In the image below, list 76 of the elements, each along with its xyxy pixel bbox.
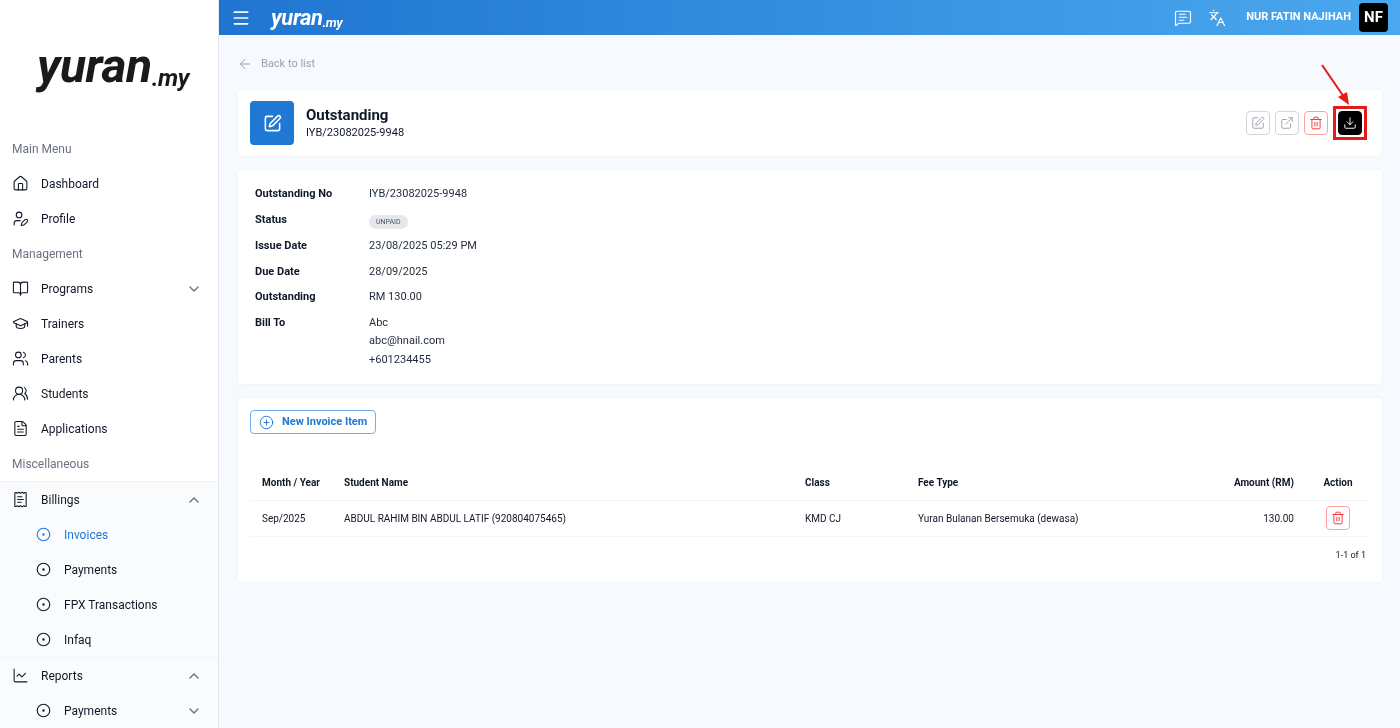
book-icon [12,280,29,297]
receipt-icon [12,491,29,508]
translate-icon[interactable] [1208,8,1227,27]
detail-value: 28/09/2025 [369,263,428,280]
submenu-item[interactable]: Infaq [0,622,218,657]
submenu-item[interactable]: Invoices [0,517,218,552]
invoice-number: IYB/23082025-9948 [306,124,405,141]
page-title: Outstanding [306,104,390,125]
radio-dot-icon [36,527,51,542]
detail-value: IYB/23082025-9948 [369,186,468,202]
detail-value: 23/08/2025 05:29 PM [369,238,477,254]
graduation-cap-icon [12,315,29,332]
table-cell: Sep/2025 [250,500,332,536]
menu-section-title: Main Menu [11,140,73,158]
edit-icon [1251,116,1265,130]
logo-suffix: .my [151,65,190,90]
menu-item[interactable]: Students [0,376,218,411]
radio-dot-icon [36,562,51,577]
column-header: Action [1306,466,1370,500]
users-icon [12,385,29,402]
menu-item[interactable]: Billings [0,482,218,517]
menu-item[interactable]: Applications [0,411,218,446]
column-header: Student Name [331,466,793,500]
logo-suffix: .my [322,15,343,29]
table-cell: KMD CJ [792,500,906,536]
open-external-button[interactable] [1275,111,1299,135]
column-header: Class [792,466,906,500]
pagination-info: 1-1 of 1 [1335,548,1367,562]
radio-dot-icon [36,597,51,612]
radio-dot-icon [36,703,51,718]
detail-label: Bill To [255,314,287,331]
detail-label: Outstanding No [255,186,334,202]
menu-section-title: Miscellaneous [11,455,91,473]
delete-button[interactable] [1304,111,1328,135]
column-header: Month / Year [250,466,332,500]
submenu-item[interactable]: Payments [0,552,218,587]
user-pen-icon [12,210,29,227]
edit-icon [262,113,282,133]
detail-label: Issue Date [255,238,309,254]
trash-icon [1331,511,1345,525]
menu-section-title: Management [11,245,84,263]
menu-item[interactable]: Profile [0,201,218,236]
submenu-item[interactable]: FPX Transactions [0,587,218,622]
logo-wordmark: yuran [271,6,323,29]
menu-item[interactable]: Dashboard [0,166,218,201]
column-header: Fee Type [905,466,1181,500]
column-header: Amount (RM) [1180,466,1306,500]
detail-label: Outstanding [255,289,317,305]
house-icon [12,175,29,192]
menu-item[interactable]: Programs [0,271,218,306]
trash-icon [1309,116,1323,130]
detail-value: RM 130.00 [369,289,422,305]
download-icon [1343,116,1357,130]
delete-row-button[interactable] [1326,506,1350,530]
menu-item[interactable]: Trainers [0,306,218,341]
detail-value: Abc [369,314,390,331]
menu-item[interactable]: Parents [0,341,218,376]
table-cell: 130.00 [1180,500,1306,536]
external-link-icon [1280,116,1294,130]
add-icon [259,414,274,430]
detail-value: +601234455 [369,351,432,368]
detail-label: Due Date [255,263,301,280]
table-cell: Yuran Bulanan Bersemuka (dewasa) [905,500,1181,536]
chat-icon[interactable] [1174,8,1193,27]
document-icon [12,420,29,437]
detail-value: abc@hnail.com [369,333,445,349]
table-cell: ABDUL RAHIM BIN ABDUL LATIF (920804075465) [331,500,793,536]
chart-icon [12,667,29,684]
detail-label: Status [255,211,288,228]
user-avatar[interactable]: NF [1359,3,1388,32]
radio-dot-icon [36,632,51,647]
new-invoice-item-button[interactable]: New Invoice Item [250,410,377,434]
users-icon [12,350,29,367]
submenu-item[interactable]: Payments [0,693,218,728]
menu-item[interactable]: Reports [0,658,218,693]
edit-button[interactable] [1246,111,1270,135]
